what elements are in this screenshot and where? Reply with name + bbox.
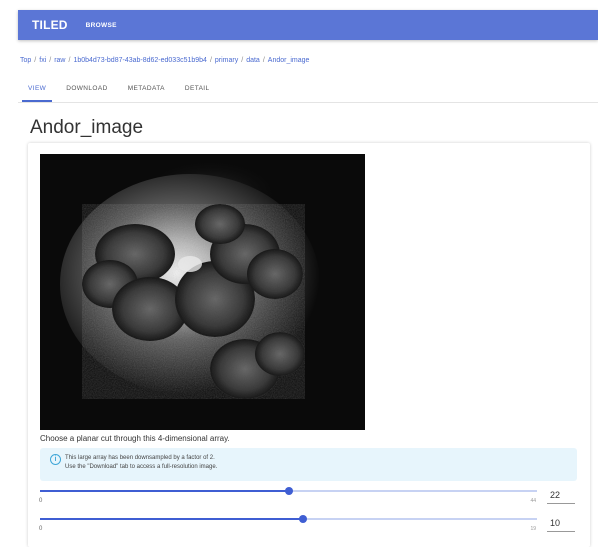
breadcrumb: Top / fxi / raw / 1b0b4d73-bd87-43ab-8d6… [20,57,309,64]
breadcrumb-separator: / [34,57,37,64]
downsample-alert: i This large array has been downsampled … [40,448,577,481]
page-title: Andor_image [30,117,144,138]
array-caption: Choose a planar cut through this 4-dimen… [40,434,230,443]
slider-max-label: 19 [530,526,536,532]
array-image [40,154,365,430]
browse-button[interactable]: BROWSE [86,22,117,29]
slider-min-label: 0 [39,498,43,504]
breadcrumb-separator: / [241,57,244,64]
tab-download[interactable]: DOWNLOAD [56,80,117,102]
slider-fill [40,518,304,520]
slider-min-label: 0 [39,526,43,532]
slider-thumb[interactable] [299,515,308,523]
breadcrumb-item-current[interactable]: Andor_image [268,57,310,64]
alert-message-line1: This large array has been downsampled by… [65,455,215,461]
breadcrumb-item-top[interactable]: Top [20,57,31,64]
breadcrumb-item-uid[interactable]: 1b0b4d73-bd87-43ab-8d62-ed033c51b9b4 [73,57,207,64]
breadcrumb-item-primary[interactable]: primary [215,57,238,64]
alert-message-line2: Use the "Download" tab to access a full-… [65,464,218,470]
app-bar: TILED BROWSE [18,10,598,40]
breadcrumb-separator: / [68,57,71,64]
slider-thumb[interactable] [284,487,293,495]
tab-divider [18,102,598,103]
breadcrumb-item-data[interactable]: data [246,57,260,64]
breadcrumb-separator: / [262,57,265,64]
info-icon: i [50,454,61,465]
breadcrumb-item-raw[interactable]: raw [54,57,65,64]
tab-bar: VIEW DOWNLOAD METADATA DETAIL [18,80,220,102]
dimension-slider-1[interactable]: 0 44 [39,484,537,508]
tab-metadata[interactable]: METADATA [118,80,175,102]
tab-view[interactable]: VIEW [18,80,56,102]
tab-detail[interactable]: DETAIL [175,80,220,102]
breadcrumb-separator: / [209,57,212,64]
dimension-index-input-2[interactable]: 10 [547,516,575,532]
dimension-slider-2[interactable]: 0 19 [39,512,537,536]
breadcrumb-item-fxi[interactable]: fxi [39,57,46,64]
slider-max-label: 44 [530,498,536,504]
breadcrumb-separator: / [49,57,52,64]
slider-fill [40,490,289,492]
dimension-index-input-1[interactable]: 22 [547,488,575,504]
app-title[interactable]: TILED [32,18,68,32]
microscopy-image [40,154,365,430]
